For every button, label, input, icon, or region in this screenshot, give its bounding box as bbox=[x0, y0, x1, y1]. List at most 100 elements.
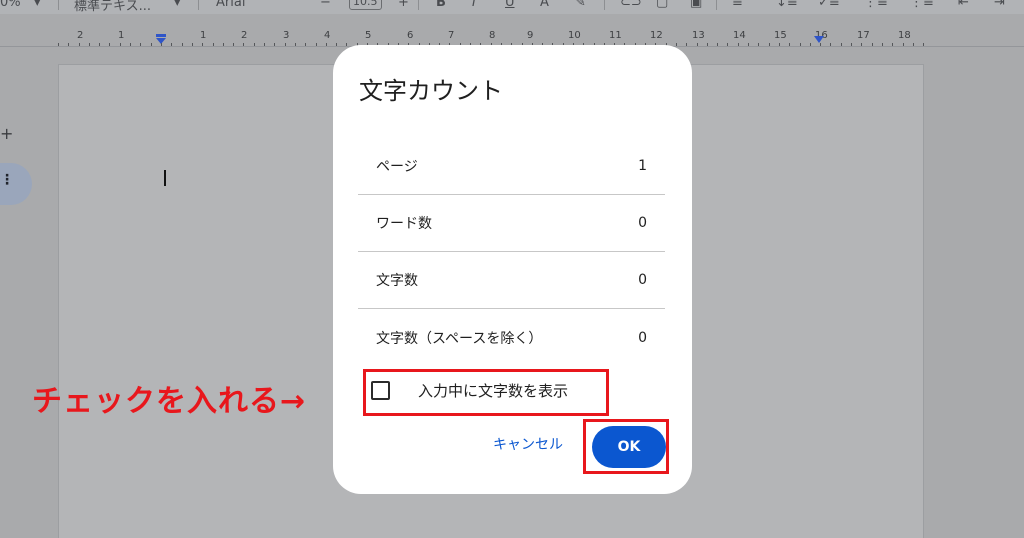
ruler-tick bbox=[738, 43, 739, 46]
style-select[interactable]: 標準テキス... bbox=[74, 0, 151, 14]
ruler-tick bbox=[841, 43, 842, 46]
comment-icon[interactable]: ▢ bbox=[656, 0, 668, 10]
ruler-tick bbox=[109, 43, 110, 46]
ruler-tick bbox=[151, 43, 152, 46]
ruler-number: 7 bbox=[448, 30, 455, 41]
ruler-tick bbox=[810, 43, 811, 46]
ruler-number: 13 bbox=[692, 30, 705, 41]
ruler-number: 1 bbox=[118, 30, 125, 41]
right-indent-marker[interactable] bbox=[813, 34, 825, 44]
ruler-tick bbox=[171, 43, 172, 46]
stat-row-words: ワード数 0 bbox=[358, 195, 665, 252]
font-size-decrease-icon[interactable]: − bbox=[320, 0, 331, 10]
ruler-number: 14 bbox=[733, 30, 746, 41]
stat-value: 0 bbox=[638, 329, 647, 346]
ruler-tick bbox=[89, 43, 90, 46]
toolbar-divider bbox=[716, 0, 717, 10]
underline-icon[interactable]: U bbox=[505, 0, 515, 10]
stat-row-characters: 文字数 0 bbox=[358, 252, 665, 309]
ruler-tick bbox=[120, 43, 121, 46]
ruler-number: 2 bbox=[77, 30, 84, 41]
ruler-tick bbox=[861, 43, 862, 46]
stat-label: 文字数 bbox=[376, 273, 418, 289]
ruler-tick bbox=[789, 43, 790, 46]
decrease-indent-icon[interactable]: ⇤ bbox=[958, 0, 969, 10]
zoom-select[interactable]: 0% bbox=[0, 0, 21, 10]
font-select[interactable]: Arial bbox=[216, 0, 245, 10]
ruler-number: 1 bbox=[200, 30, 207, 41]
ruler-number: 11 bbox=[609, 30, 622, 41]
ruler-tick bbox=[68, 43, 69, 46]
ruler-number: 5 bbox=[365, 30, 372, 41]
ruler-tick bbox=[79, 43, 80, 46]
ruler-number: 4 bbox=[324, 30, 331, 41]
ruler-tick bbox=[892, 43, 893, 46]
align-icon[interactable]: ≡ bbox=[732, 0, 743, 10]
text-cursor bbox=[164, 170, 166, 186]
annotation-highlight-checkbox bbox=[363, 369, 609, 416]
ruler-tick bbox=[254, 43, 255, 46]
ruler-tick bbox=[903, 43, 904, 46]
stat-label: ワード数 bbox=[376, 216, 432, 232]
ruler-tick bbox=[913, 43, 914, 46]
ruler-tick bbox=[748, 43, 749, 46]
ruler-tick bbox=[192, 43, 193, 46]
ruler-tick bbox=[316, 43, 317, 46]
ruler-tick bbox=[336, 43, 337, 46]
ruler-tick bbox=[305, 43, 306, 46]
ruler-number: 10 bbox=[568, 30, 581, 41]
stat-label: ページ bbox=[376, 159, 418, 175]
ruler-tick bbox=[140, 43, 141, 46]
ruler-number: 15 bbox=[774, 30, 787, 41]
ruler-tick bbox=[264, 43, 265, 46]
ruler-tick bbox=[285, 43, 286, 46]
ruler-tick bbox=[800, 43, 801, 46]
link-icon[interactable]: ⊂⊃ bbox=[620, 0, 642, 10]
ruler-tick bbox=[213, 43, 214, 46]
ruler-tick bbox=[779, 43, 780, 46]
ruler-tick bbox=[697, 43, 698, 46]
checklist-icon[interactable]: ✓≡ bbox=[818, 0, 840, 10]
ruler-number: 9 bbox=[527, 30, 534, 41]
ruler-tick bbox=[182, 43, 183, 46]
toolbar-divider bbox=[58, 0, 59, 10]
stat-value: 0 bbox=[638, 215, 647, 231]
font-size-increase-icon[interactable]: + bbox=[398, 0, 409, 10]
stat-row-pages: ページ 1 bbox=[358, 138, 665, 195]
ruler-tick bbox=[326, 43, 327, 46]
ruler-tick bbox=[923, 43, 924, 46]
ruler-tick bbox=[130, 43, 131, 46]
dialog-title: 文字カウント bbox=[359, 77, 503, 105]
cancel-button[interactable]: キャンセル bbox=[493, 434, 563, 454]
ruler-tick bbox=[769, 43, 770, 46]
ruler-number: 2 bbox=[241, 30, 248, 41]
ruler-tick bbox=[872, 43, 873, 46]
ruler-tick bbox=[233, 43, 234, 46]
line-spacing-icon[interactable]: ↕≡ bbox=[776, 0, 798, 10]
annotation-highlight-ok bbox=[583, 419, 669, 474]
text-color-icon[interactable]: A bbox=[540, 0, 549, 10]
numbered-list-icon[interactable]: ⋮≡ bbox=[910, 0, 934, 10]
image-icon[interactable]: ▣ bbox=[690, 0, 702, 10]
add-tab-icon[interactable]: + bbox=[0, 124, 13, 143]
increase-indent-icon[interactable]: ⇥ bbox=[994, 0, 1005, 10]
ruler-number: 6 bbox=[407, 30, 414, 41]
stat-label: 文字数（スペースを除く） bbox=[376, 330, 543, 347]
ruler-tick bbox=[717, 43, 718, 46]
ruler-tick bbox=[686, 43, 687, 46]
font-size-input[interactable]: 10.5 bbox=[349, 0, 382, 10]
ruler-number: 8 bbox=[489, 30, 496, 41]
stat-value: 0 bbox=[638, 272, 647, 288]
highlight-icon[interactable]: ✎ bbox=[575, 0, 586, 10]
toolbar: 0% ▾ 標準テキス... ▾ Arial − 10.5 + B I U A ✎… bbox=[0, 0, 1024, 14]
italic-icon[interactable]: I bbox=[472, 0, 476, 10]
ruler-tick bbox=[676, 43, 677, 46]
ruler-tick bbox=[58, 43, 59, 46]
bold-icon[interactable]: B bbox=[436, 0, 446, 10]
toolbar-divider bbox=[604, 0, 605, 10]
bulleted-list-icon[interactable]: ⋮≡ bbox=[864, 0, 888, 10]
ruler-tick bbox=[830, 43, 831, 46]
ruler-tick bbox=[223, 43, 224, 46]
ruler-tick bbox=[820, 43, 821, 46]
more-vert-icon[interactable]: ⋮ bbox=[0, 172, 14, 188]
